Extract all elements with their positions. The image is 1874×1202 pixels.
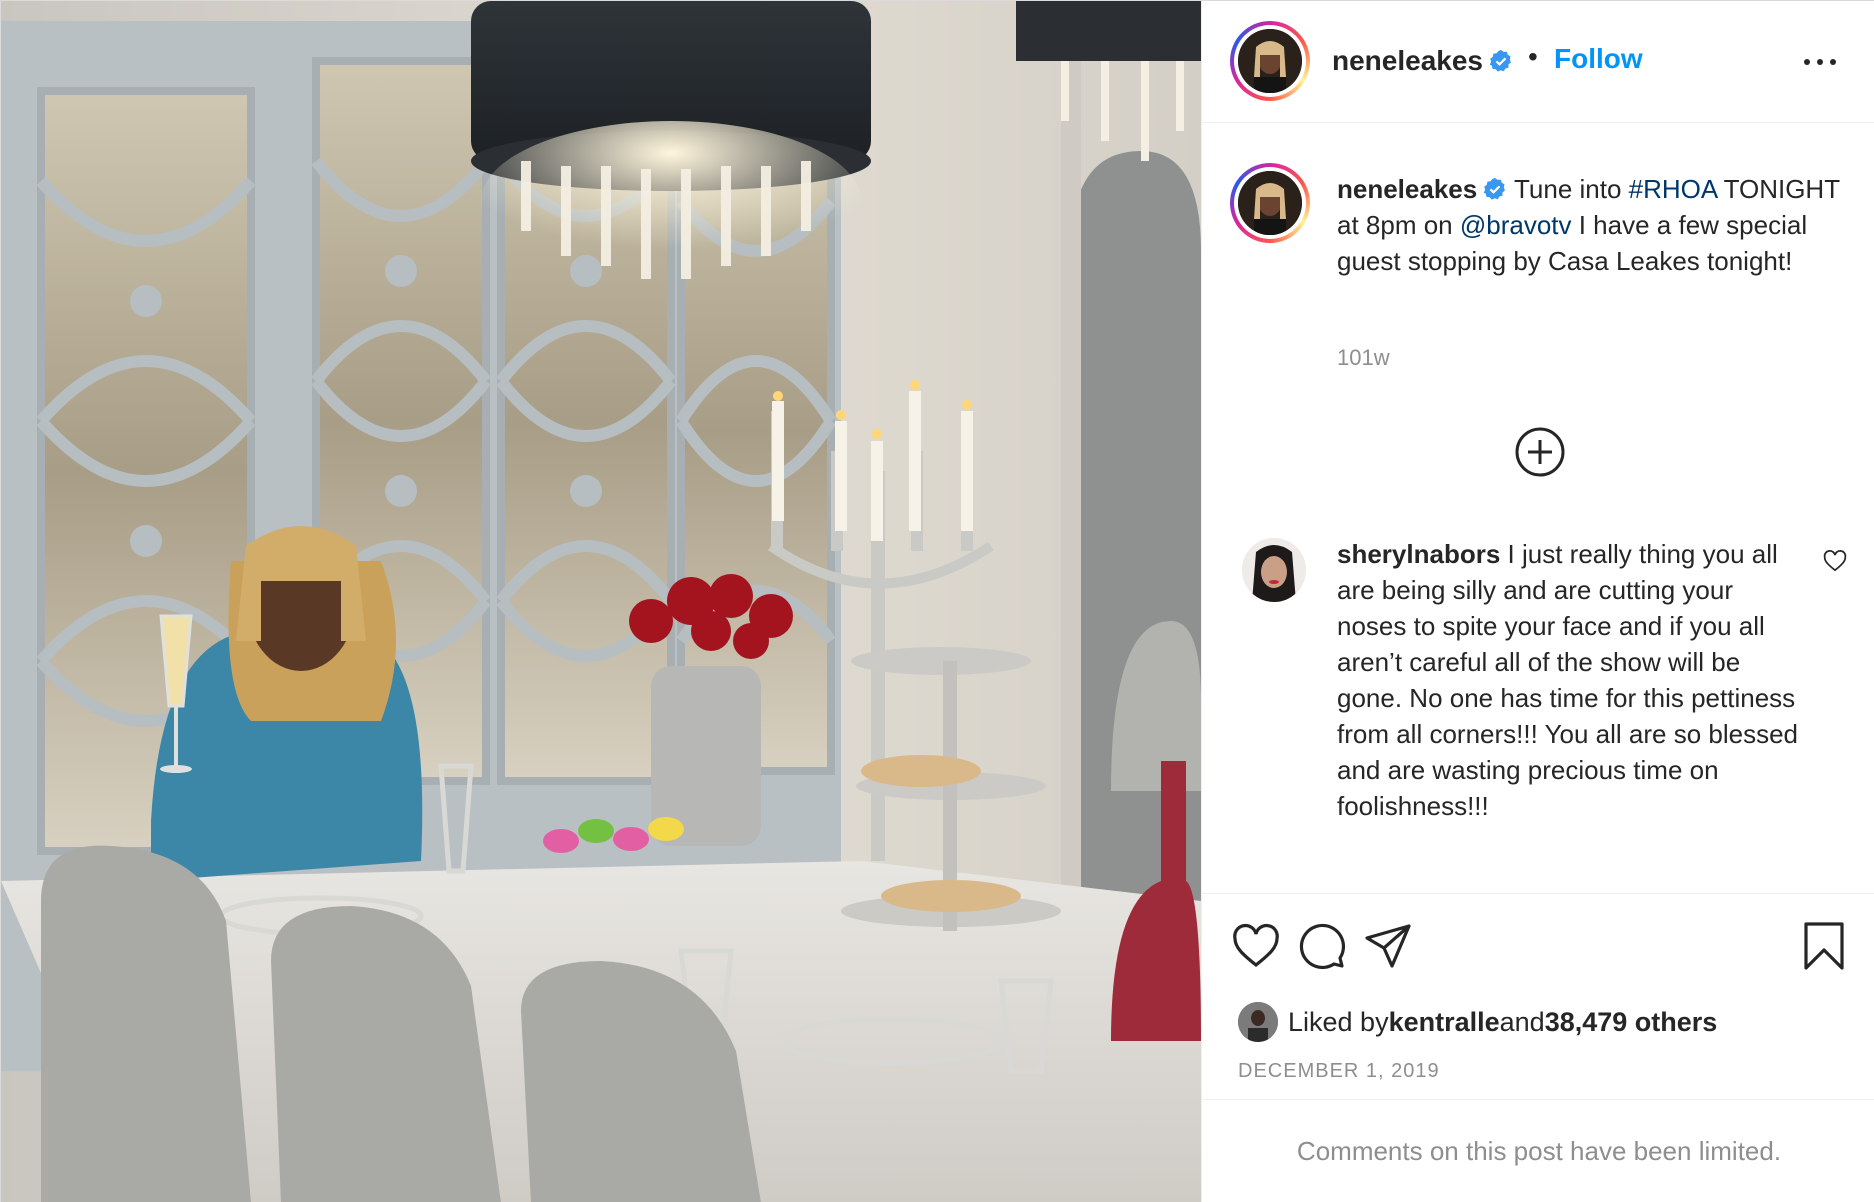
author-avatar[interactable] [1230, 21, 1310, 101]
post-header: neneleakes • Follow [1202, 1, 1874, 123]
commenter-avatar[interactable] [1242, 538, 1306, 602]
more-options-icon[interactable] [1800, 47, 1840, 75]
comment-like-heart-icon[interactable] [1822, 548, 1848, 574]
bookmark-icon[interactable] [1798, 920, 1850, 972]
post-photo-illustration [1, 1, 1201, 1202]
caption-text-part: Tune into [1513, 174, 1629, 204]
paper-plane-icon[interactable] [1362, 920, 1414, 972]
likes-prefix: Liked by [1288, 1006, 1389, 1037]
post-actions: Liked by kentralle and 38,479 others DEC… [1202, 893, 1874, 1099]
verified-badge-icon [1489, 50, 1511, 72]
verified-badge-icon [1483, 178, 1506, 200]
comments-limited-notice: Comments on this post have been limited. [1202, 1099, 1874, 1202]
post-photo[interactable] [1, 1, 1201, 1202]
likes-others-link[interactable]: 38,479 others [1545, 1007, 1718, 1038]
instagram-post-frame: neneleakes • Follow neneleakes Tune into… [0, 0, 1874, 1202]
caption-text: neneleakes Tune into #RHOA TONIGHT at 8p… [1337, 171, 1847, 279]
comment-body: I just really thing you all are being si… [1337, 539, 1799, 821]
likes-summary[interactable]: Liked by kentralle and 38,479 others [1238, 1002, 1717, 1042]
follow-button[interactable]: Follow [1554, 43, 1643, 75]
post-details-pane: neneleakes • Follow neneleakes Tune into… [1201, 1, 1874, 1202]
likes-middle: and [1499, 1006, 1545, 1037]
post-age[interactable]: 101w [1337, 345, 1390, 371]
liker-username[interactable]: kentralle [1389, 1007, 1500, 1038]
liker-avatar[interactable] [1238, 1002, 1278, 1042]
caption-avatar-image [1238, 171, 1302, 235]
comment-bubble-icon[interactable] [1296, 920, 1348, 972]
comments-area[interactable]: neneleakes Tune into #RHOA TONIGHT at 8p… [1202, 123, 1874, 893]
add-circle-icon[interactable] [1514, 426, 1566, 478]
author-avatar-image [1238, 29, 1302, 93]
mention-link[interactable]: @bravotv [1460, 210, 1572, 240]
heart-icon[interactable] [1230, 920, 1282, 972]
caption-username[interactable]: neneleakes [1337, 174, 1477, 204]
hashtag-link[interactable]: #RHOA [1629, 174, 1717, 204]
commenter-username[interactable]: sherylnabors [1337, 539, 1500, 569]
post-date[interactable]: DECEMBER 1, 2019 [1238, 1060, 1440, 1083]
header-separator: • [1528, 41, 1538, 72]
caption-avatar[interactable] [1230, 163, 1310, 243]
author-username[interactable]: neneleakes [1332, 45, 1513, 77]
comment-text: sherylnabors I just really thing you all… [1337, 536, 1807, 824]
